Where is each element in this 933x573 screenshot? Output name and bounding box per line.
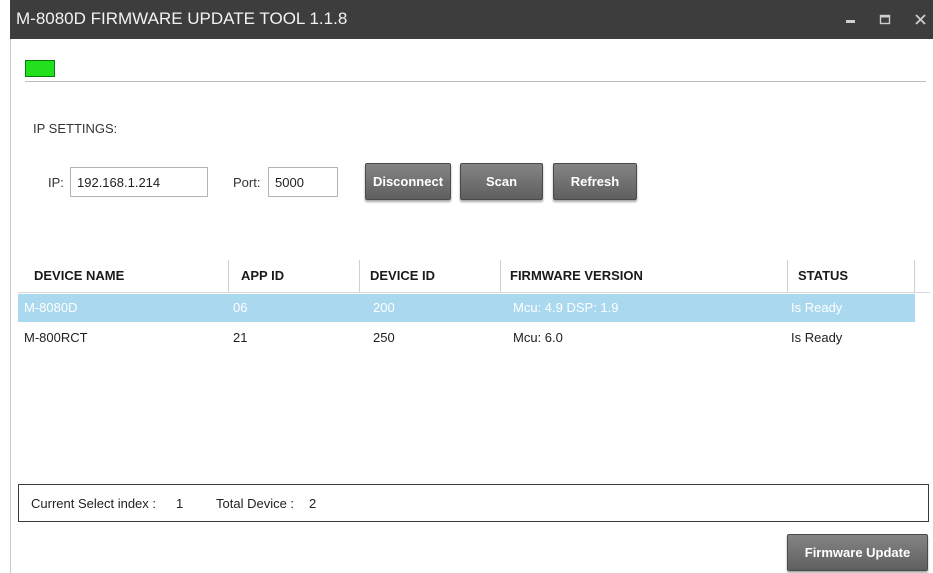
table-row[interactable]: M-800RCT 21 250 Mcu: 6.0 Is Ready <box>18 324 915 352</box>
column-header-status[interactable]: STATUS <box>788 260 915 292</box>
total-device-label: Total Device : <box>216 496 295 511</box>
close-button[interactable] <box>903 0 933 39</box>
connection-status-indicator <box>25 60 55 77</box>
current-select-value: 1 <box>176 496 184 511</box>
cell-device-name: M-8080D <box>24 300 78 315</box>
minimize-icon <box>846 20 855 23</box>
cell-device-id: 250 <box>373 330 395 345</box>
scan-button[interactable]: Scan <box>460 163 543 200</box>
window-title: M-8080D FIRMWARE UPDATE TOOL 1.1.8 <box>16 9 348 28</box>
cell-status: Is Ready <box>791 300 843 315</box>
disconnect-button[interactable]: Disconnect <box>365 163 451 200</box>
maximize-button[interactable] <box>868 0 902 39</box>
cell-app-id: 21 <box>233 330 248 345</box>
total-device-value: 2 <box>309 496 317 511</box>
ip-settings-heading: IP SETTINGS: <box>33 121 118 136</box>
ip-input[interactable]: 192.168.1.214 <box>70 167 208 197</box>
separator <box>25 81 926 82</box>
column-header-firmware-version[interactable]: FIRMWARE VERSION <box>501 260 788 292</box>
port-input[interactable]: 5000 <box>268 167 338 197</box>
cell-app-id: 06 <box>233 300 248 315</box>
window-border <box>10 39 11 573</box>
cell-status: Is Ready <box>791 330 843 345</box>
minimize-button[interactable] <box>833 0 867 39</box>
status-bar: Current Select index : 1 Total Device : … <box>18 484 929 522</box>
cell-device-name: M-800RCT <box>24 330 88 345</box>
refresh-button[interactable]: Refresh <box>553 163 637 200</box>
title-bar: M-8080D FIRMWARE UPDATE TOOL 1.1.8 <box>10 0 933 39</box>
cell-firmware-version: Mcu: 6.0 <box>513 330 563 345</box>
port-label: Port: <box>233 175 261 190</box>
table-row[interactable]: M-8080D 06 200 Mcu: 4.9 DSP: 1.9 Is Read… <box>18 294 915 322</box>
column-header-device-id[interactable]: DEVICE ID <box>360 260 501 292</box>
table-header: DEVICE NAME APP ID DEVICE ID FIRMWARE VE… <box>18 260 930 293</box>
device-table[interactable]: DEVICE NAME APP ID DEVICE ID FIRMWARE VE… <box>18 260 930 477</box>
cell-device-id: 200 <box>373 300 395 315</box>
cell-firmware-version: Mcu: 4.9 DSP: 1.9 <box>513 300 619 315</box>
current-select-label: Current Select index : <box>31 496 157 511</box>
maximize-icon <box>879 14 891 25</box>
firmware-update-button[interactable]: Firmware Update <box>787 534 928 571</box>
column-header-app-id[interactable]: APP ID <box>229 260 360 292</box>
ip-label: IP: <box>48 175 64 190</box>
close-icon <box>915 14 926 25</box>
column-header-device-name[interactable]: DEVICE NAME <box>18 260 229 292</box>
